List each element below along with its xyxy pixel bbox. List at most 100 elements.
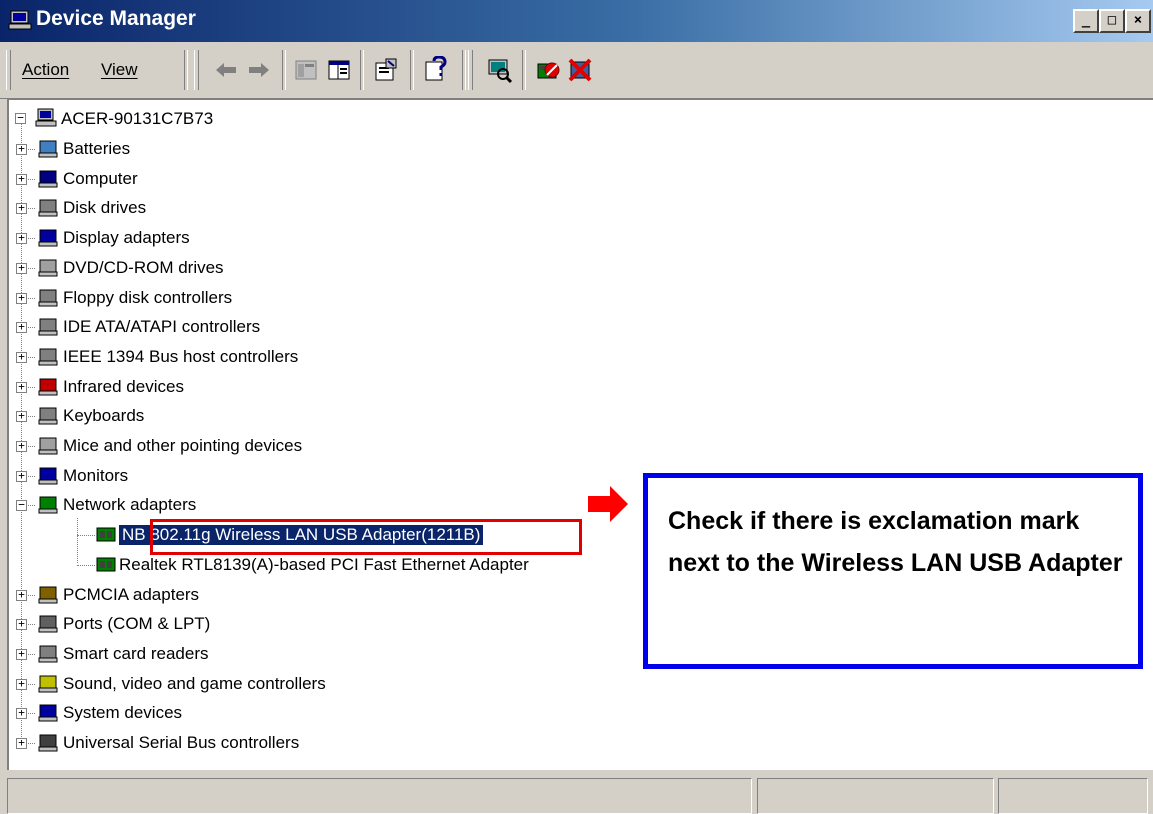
pointer-arrow xyxy=(588,486,628,522)
monitor-icon xyxy=(38,467,58,485)
help-icon[interactable] xyxy=(422,56,450,84)
action-menu-label: Action xyxy=(22,60,70,79)
tree-category-label: Mice and other pointing devices xyxy=(63,436,303,455)
tree-category-label: Smart card readers xyxy=(63,643,209,663)
mouse-icon xyxy=(38,437,58,455)
infrared-icon xyxy=(38,378,58,396)
display-adapter-icon xyxy=(38,229,58,247)
smart-card-icon xyxy=(38,645,58,663)
tree-category-label: IEEE 1394 Bus host controllers xyxy=(63,346,299,366)
minimize-button[interactable]: _ xyxy=(1073,9,1099,33)
tree-category-label: Monitors xyxy=(63,465,129,485)
toolbar-separator xyxy=(522,50,526,90)
system-device-icon xyxy=(38,704,58,722)
collapse-toggle[interactable]: − xyxy=(16,499,27,512)
toolbar-grip[interactable] xyxy=(194,50,199,90)
collapse-toggle[interactable]: − xyxy=(15,112,26,124)
view-menu-label: View xyxy=(101,60,138,79)
expand-toggle[interactable]: + xyxy=(16,321,27,334)
device-manager-icon xyxy=(8,10,32,30)
forward-arrow-icon[interactable] xyxy=(245,56,273,84)
wireless-adapter-highlight xyxy=(150,519,582,555)
toolbar-separator xyxy=(410,50,414,90)
expand-toggle[interactable]: + xyxy=(16,618,27,631)
toolbar-separator xyxy=(184,50,188,90)
network-adapter-icon xyxy=(96,557,116,572)
tree-category-label: Network adapters xyxy=(63,495,197,515)
expand-toggle[interactable]: + xyxy=(16,381,27,393)
expand-toggle[interactable]: + xyxy=(16,648,27,660)
properties-icon[interactable] xyxy=(372,56,400,84)
scan-hardware-icon[interactable] xyxy=(485,56,513,84)
tree-line xyxy=(77,518,78,563)
instruction-callout: Check if there is exclamation mark next … xyxy=(643,473,1143,669)
expand-toggle[interactable]: + xyxy=(16,589,27,601)
back-arrow-icon[interactable] xyxy=(212,56,240,84)
status-cell-secondary xyxy=(757,778,994,814)
expand-toggle[interactable]: + xyxy=(16,351,27,363)
action-menu[interactable]: Action xyxy=(22,60,69,80)
callout-text: Check if there is exclamation mark next … xyxy=(668,507,1123,577)
port-icon xyxy=(38,615,58,633)
show-hide-console-tree-icon[interactable] xyxy=(292,56,320,84)
computer-icon xyxy=(38,170,58,188)
usb-icon xyxy=(38,734,58,752)
ieee1394-icon xyxy=(38,348,58,366)
expand-toggle[interactable]: + xyxy=(16,410,27,423)
floppy-controller-icon xyxy=(38,289,58,306)
tree-category-label: DVD/CD-ROM drives xyxy=(63,257,224,277)
expand-toggle[interactable]: + xyxy=(16,470,27,482)
disable-device-icon[interactable] xyxy=(566,56,594,84)
title-bar[interactable]: Device Manager _ □ × xyxy=(0,0,1153,42)
tree-category-label: Ports (COM & LPT) xyxy=(63,614,211,634)
toolbar-separator xyxy=(462,50,466,90)
computer-name: ACER-90131C7B73 xyxy=(61,109,214,128)
expand-toggle[interactable]: + xyxy=(16,202,27,215)
computer-icon xyxy=(35,108,57,127)
expand-toggle[interactable]: + xyxy=(16,173,27,185)
expand-toggle[interactable]: + xyxy=(16,262,27,274)
disk-drive-icon xyxy=(38,199,58,217)
tree-category-label: System devices xyxy=(63,703,183,723)
ide-controller-icon xyxy=(38,318,58,336)
dvd-drive-icon xyxy=(38,259,58,277)
status-cell-tertiary xyxy=(998,778,1148,814)
expand-toggle[interactable]: + xyxy=(16,707,27,720)
tree-category-label: PCMCIA adapters xyxy=(63,584,200,604)
device-tree[interactable]: − ACER-90131C7B73 + Batteries + Computer + Di… xyxy=(7,98,1153,770)
device-manager-window: Device Manager _ □ × Action View − ACER-… xyxy=(0,0,1153,814)
maximize-button[interactable]: □ xyxy=(1099,9,1125,33)
network-adapter-icon xyxy=(38,496,58,514)
view-menu[interactable]: View xyxy=(101,60,138,80)
keyboard-icon xyxy=(38,407,58,425)
tree-category-label: Infrared devices xyxy=(63,376,184,396)
toolbar-grip[interactable] xyxy=(468,50,473,90)
device-label: Realtek RTL8139(A)-based PCI Fast Ethern… xyxy=(119,554,529,574)
tree-category-label: Display adapters xyxy=(63,228,190,248)
sound-icon xyxy=(38,675,58,693)
tree-category-label: Keyboards xyxy=(63,406,145,426)
tree-category-label: Computer xyxy=(63,168,138,188)
expand-toggle[interactable]: + xyxy=(16,292,27,304)
status-bar xyxy=(0,770,1153,814)
tree-category-label: Batteries xyxy=(63,139,131,158)
expand-toggle[interactable]: + xyxy=(16,678,27,690)
expand-toggle[interactable]: + xyxy=(16,232,27,245)
close-button[interactable]: × xyxy=(1125,9,1151,33)
window-title: Device Manager xyxy=(36,7,196,30)
tree-line xyxy=(77,535,95,537)
toolbar-grip[interactable] xyxy=(6,50,11,90)
detail-view-icon[interactable] xyxy=(325,56,353,84)
status-cell-main xyxy=(7,778,752,814)
toolbar-separator xyxy=(282,50,286,90)
pcmcia-icon xyxy=(38,586,58,603)
tree-category-label: Sound, video and game controllers xyxy=(63,673,326,693)
expand-toggle[interactable]: + xyxy=(16,143,27,155)
tree-category-label: Universal Serial Bus controllers xyxy=(63,733,300,752)
toolbar-separator xyxy=(360,50,364,90)
tree-line xyxy=(77,564,95,566)
expand-toggle[interactable]: + xyxy=(16,737,27,749)
expand-toggle[interactable]: + xyxy=(16,440,27,452)
tree-category-label: Floppy disk controllers xyxy=(63,287,233,307)
uninstall-icon[interactable] xyxy=(534,56,562,84)
